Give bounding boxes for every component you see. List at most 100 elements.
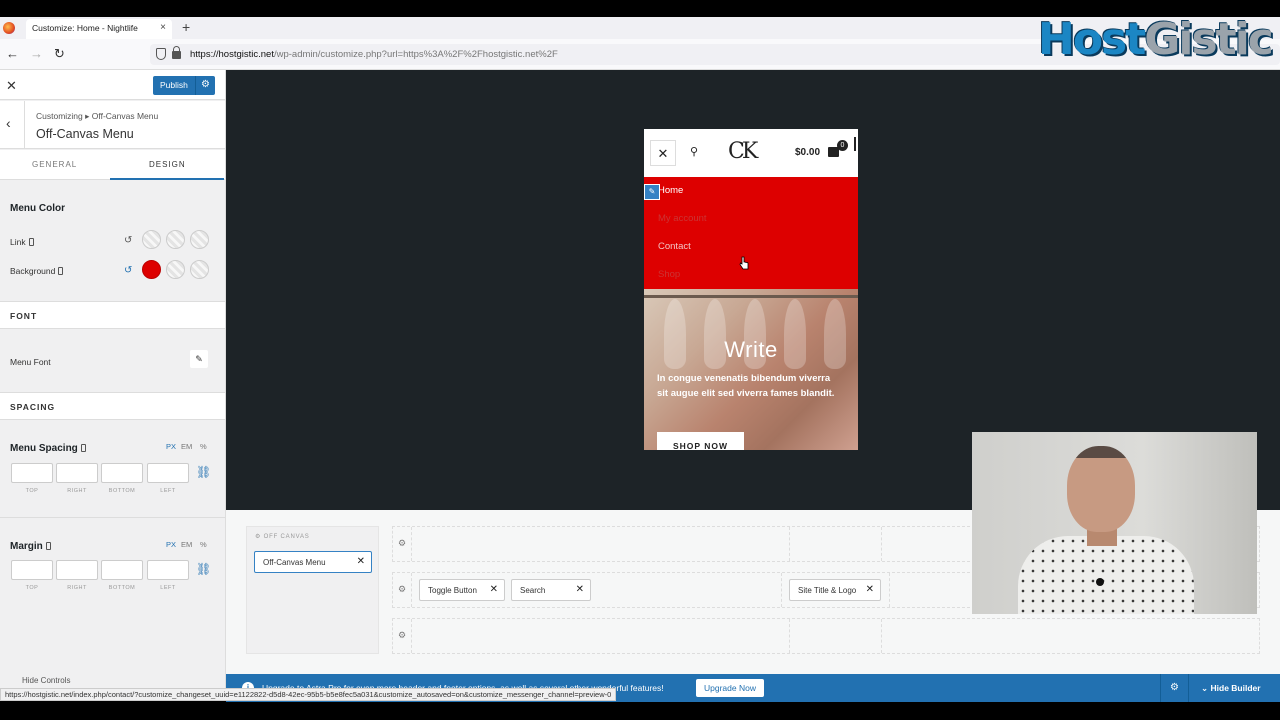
row-segment[interactable] (789, 527, 790, 561)
lock-icon (172, 46, 181, 59)
unit-percent[interactable]: % (200, 442, 207, 451)
margin-bottom-input[interactable] (101, 560, 143, 580)
spacing-left-input[interactable] (147, 463, 189, 483)
site-title-logo-chip[interactable]: Site Title & Logo ✕ (789, 579, 881, 601)
tab-general[interactable]: GENERAL (32, 160, 77, 169)
link-color-label: Link (10, 237, 34, 247)
back-icon[interactable]: ← (6, 46, 19, 61)
unit-px[interactable]: PX (166, 540, 176, 549)
dim-label-right: RIGHT (67, 488, 87, 494)
device-icon[interactable] (45, 542, 51, 550)
unit-px[interactable]: PX (166, 442, 176, 451)
row-gear-icon[interactable]: ⚙ (398, 630, 406, 641)
link-values-icon[interactable]: ⛓ (196, 465, 211, 479)
spacing-right-input[interactable] (56, 463, 98, 483)
link-label-text: Link (10, 237, 26, 247)
dim-label-right: RIGHT (67, 585, 87, 591)
new-tab-button[interactable]: + (182, 19, 190, 35)
divider (0, 517, 225, 518)
back-chevron-icon[interactable]: ‹ (6, 115, 11, 131)
panel-header: ✕ Publish ⚙ (0, 70, 225, 100)
device-icon[interactable] (28, 238, 34, 246)
tab-title: Customize: Home - Nightlife (32, 23, 138, 33)
row-segment[interactable] (411, 573, 412, 607)
menu-item-shop[interactable]: Shop (658, 269, 680, 280)
spacing-top-input[interactable] (11, 463, 53, 483)
row-segment[interactable] (889, 573, 890, 607)
customizer-panel: ✕ Publish ⚙ ‹ Customizing ▸ Off-Canvas M… (0, 70, 226, 690)
search-chip[interactable]: Search ✕ (511, 579, 591, 601)
row-gear-icon[interactable]: ⚙ (398, 538, 406, 549)
unit-em[interactable]: EM (181, 442, 192, 451)
margin-right-input[interactable] (56, 560, 98, 580)
remove-icon[interactable]: ✕ (357, 556, 365, 567)
dim-label-bottom: BOTTOM (108, 585, 136, 591)
search-icon[interactable]: ⚲ (690, 145, 698, 158)
row-gear-icon[interactable]: ⚙ (398, 584, 406, 595)
reload-icon[interactable]: ↻ (54, 46, 65, 62)
menu-item-home[interactable]: Home (658, 185, 683, 196)
row-segment[interactable] (411, 527, 412, 561)
tab-design[interactable]: DESIGN (149, 160, 186, 169)
background-color-swatch[interactable] (142, 260, 161, 279)
off-canvas-label: ⚙ OFF CANVAS (255, 534, 310, 540)
menu-item-my-account[interactable]: My account (658, 213, 707, 224)
site-logo[interactable]: CK (728, 139, 758, 164)
reset-icon[interactable]: ↺ (124, 265, 132, 276)
remove-icon[interactable]: ✕ (490, 584, 498, 595)
forward-icon[interactable]: → (30, 46, 43, 61)
off-canvas-menu-chip[interactable]: Off-Canvas Menu ✕ (254, 551, 372, 573)
dim-label-left: LEFT (160, 488, 176, 494)
row-segment[interactable] (881, 619, 882, 653)
close-menu-icon[interactable]: ✕ (650, 140, 676, 166)
dim-label-left: LEFT (160, 585, 176, 591)
publish-button[interactable]: Publish ⚙ (153, 76, 215, 95)
link-active-swatch[interactable] (190, 230, 209, 249)
remove-icon[interactable]: ✕ (576, 584, 584, 595)
margin-top-input[interactable] (11, 560, 53, 580)
device-icon[interactable] (58, 267, 64, 275)
url-path: /wp-admin/customize.php?url=https%3A%2F%… (273, 49, 558, 60)
tab-close-icon[interactable]: × (160, 22, 166, 33)
margin-left-input[interactable] (147, 560, 189, 580)
presenter-body (1018, 536, 1194, 614)
browser-tab[interactable]: Customize: Home - Nightlife × (26, 19, 172, 39)
builder-row-below: ⚙ (392, 618, 1260, 654)
background-active-swatch[interactable] (190, 260, 209, 279)
menu-spacing-label: Menu Spacing (10, 443, 86, 454)
shield-icon (156, 48, 166, 60)
edit-shortcut-icon[interactable]: ✎ (644, 184, 660, 200)
row-segment[interactable] (881, 527, 882, 561)
link-hover-swatch[interactable] (166, 230, 185, 249)
row-segment[interactable] (411, 619, 412, 653)
gear-icon[interactable]: ⚙ (201, 79, 210, 90)
link-color-swatch[interactable] (142, 230, 161, 249)
remove-icon[interactable]: ✕ (866, 584, 874, 595)
shop-now-button[interactable]: SHOP NOW (657, 432, 744, 450)
spacing-bottom-input[interactable] (101, 463, 143, 483)
chevron-down-icon: ⌄ (1201, 683, 1209, 693)
reset-icon[interactable]: ↺ (124, 235, 132, 246)
toggle-button-chip[interactable]: Toggle Button ✕ (419, 579, 505, 601)
font-section-heading: FONT (0, 301, 225, 329)
chip-label: Off-Canvas Menu (263, 558, 326, 567)
unit-percent[interactable]: % (200, 540, 207, 549)
cart-total[interactable]: $0.00 (795, 147, 820, 158)
background-hover-swatch[interactable] (166, 260, 185, 279)
close-customizer-icon[interactable]: ✕ (6, 78, 17, 94)
hide-builder-button[interactable]: ⌄ Hide Builder (1188, 674, 1280, 702)
chip-label: Search (520, 586, 546, 595)
menu-item-contact[interactable]: Contact (658, 241, 691, 252)
hero-title: Write (724, 337, 778, 362)
row-segment[interactable] (789, 619, 790, 653)
active-tab-indicator (110, 178, 224, 180)
upgrade-now-button[interactable]: Upgrade Now (696, 679, 764, 697)
device-icon[interactable] (80, 444, 86, 452)
builder-settings-gear-icon[interactable]: ⚙ (1160, 674, 1188, 702)
unit-em[interactable]: EM (181, 540, 192, 549)
browser-logo-icon (3, 22, 15, 34)
row-segment[interactable] (781, 573, 782, 607)
link-values-icon[interactable]: ⛓ (196, 562, 211, 576)
webcam-overlay (972, 432, 1257, 614)
pencil-icon[interactable]: ✎ (190, 350, 208, 368)
